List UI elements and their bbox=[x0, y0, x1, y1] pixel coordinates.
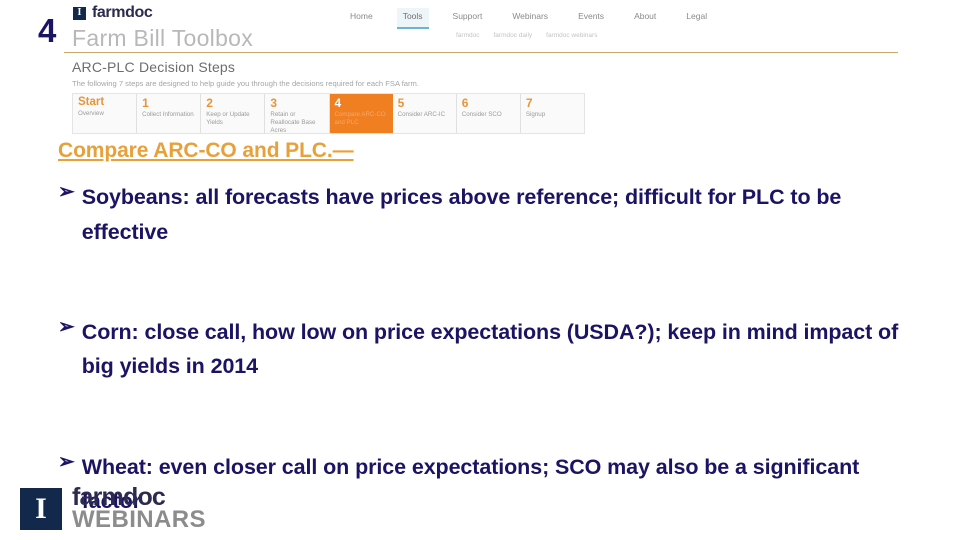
bullet-item-corn: ➢ Corn: close call, how low on price exp… bbox=[58, 315, 918, 384]
site-title: Farm Bill Toolbox bbox=[72, 25, 254, 51]
step-cell-2[interactable]: 2 Keep or Update Yields bbox=[201, 93, 266, 133]
subnav-item-farmdoc-webinars[interactable]: farmdoc webinars bbox=[546, 32, 597, 39]
brand-row: I farmdoc bbox=[72, 4, 297, 22]
decision-steps-row: Start Overview 1 Collect Information 2 K… bbox=[72, 92, 585, 134]
farmdoc-site-screenshot: I farmdoc Farm Bill Toolbox Home Tools S… bbox=[64, 2, 898, 134]
subnav-item-farmdoc[interactable]: farmdoc bbox=[456, 32, 479, 39]
footer-mark-glyph: I bbox=[35, 492, 47, 526]
step-label-4: Compare ARC-CO and PLC bbox=[334, 110, 386, 126]
nav-item-tools[interactable]: Tools bbox=[396, 8, 429, 29]
slide-number: 4 bbox=[38, 12, 57, 49]
bullet-item-soybeans: ➢ Soybeans: all forecasts have prices ab… bbox=[58, 180, 918, 249]
site-brand: I farmdoc Farm Bill Toolbox bbox=[72, 4, 297, 53]
step-label-2: Keep or Update Yields bbox=[206, 110, 250, 126]
sub-navigation: farmdoc farmdoc daily farmdoc webinars bbox=[456, 32, 597, 39]
nav-item-legal[interactable]: Legal bbox=[680, 8, 713, 27]
brand-name: farmdoc bbox=[92, 4, 153, 21]
step-cell-7[interactable]: 7 Signup bbox=[520, 93, 584, 133]
step-number-5: 5 bbox=[397, 95, 405, 110]
step-label-1: Collect Information bbox=[142, 110, 194, 118]
footer-webinars-label: WEBINARS bbox=[72, 506, 206, 534]
step-label-start: Overview bbox=[78, 110, 104, 118]
step-cell-3[interactable]: 3 Retain or Reallocate Base Acres bbox=[265, 93, 330, 134]
step-number-7: 7 bbox=[525, 95, 533, 110]
step-number-1: 1 bbox=[142, 95, 149, 110]
step-label-7: Signup bbox=[525, 110, 546, 118]
content-heading: Compare ARC-CO and PLC.— bbox=[58, 139, 354, 162]
bullet-arrow-icon: ➢ bbox=[58, 316, 75, 339]
step-number-4: 4 bbox=[334, 95, 342, 110]
step-label-3: Retain or Reallocate Base Acres bbox=[270, 110, 316, 134]
footer-logo: I farmdoc WEBINARS bbox=[20, 485, 206, 534]
nav-item-about[interactable]: About bbox=[628, 8, 662, 27]
site-header: I farmdoc Farm Bill Toolbox Home Tools S… bbox=[64, 2, 898, 53]
nav-item-webinars[interactable]: Webinars bbox=[506, 8, 554, 27]
step-number-6: 6 bbox=[461, 95, 469, 110]
bullet-arrow-icon: ➢ bbox=[58, 181, 75, 204]
step-number-2: 2 bbox=[206, 95, 213, 110]
step-cell-5[interactable]: 5 Consider ARC-IC bbox=[392, 93, 457, 133]
step-number-3: 3 bbox=[270, 95, 278, 110]
nav-item-events[interactable]: Events bbox=[572, 8, 610, 27]
step-label-6: Consider SCO bbox=[461, 110, 502, 118]
step-number-start: Start bbox=[78, 95, 105, 108]
illinois-i-icon: I bbox=[72, 5, 87, 21]
step-cell-start[interactable]: Start Overview bbox=[73, 93, 138, 133]
nav-item-home[interactable]: Home bbox=[344, 8, 379, 27]
nav-item-support[interactable]: Support bbox=[447, 8, 489, 27]
decision-steps-heading: ARC-PLC Decision Steps bbox=[72, 59, 236, 75]
step-label-5: Consider ARC-IC bbox=[397, 110, 446, 118]
illinois-i-logo-icon: I bbox=[20, 488, 62, 531]
top-navigation: Home Tools Support Webinars Events About… bbox=[344, 8, 713, 29]
slide-content: Compare ARC-CO and PLC.— ➢ Soybeans: all… bbox=[58, 138, 918, 519]
subnav-item-farmdoc-daily[interactable]: farmdoc daily bbox=[493, 32, 532, 39]
bullet-arrow-icon: ➢ bbox=[58, 450, 75, 473]
footer-wordmark: farmdoc WEBINARS bbox=[72, 485, 206, 534]
decision-steps-subheading: The following 7 steps are designed to he… bbox=[72, 78, 419, 88]
step-cell-4-active[interactable]: 4 Compare ARC-CO and PLC bbox=[329, 93, 393, 133]
step-cell-1[interactable]: 1 Collect Information bbox=[137, 93, 202, 133]
bullet-text-corn: Corn: close call, how low on price expec… bbox=[81, 320, 899, 379]
decision-steps-panel: ARC-PLC Decision Steps The following 7 s… bbox=[64, 53, 898, 134]
bullet-text-soybeans: Soybeans: all forecasts have prices abov… bbox=[81, 185, 842, 244]
step-cell-6[interactable]: 6 Consider SCO bbox=[456, 93, 521, 133]
